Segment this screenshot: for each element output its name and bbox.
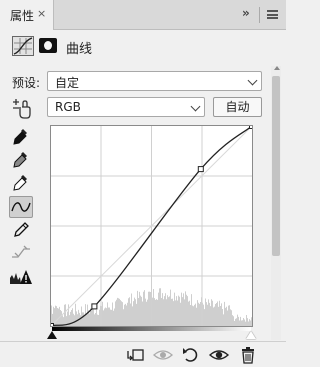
curves-adjustment-icon[interactable] bbox=[12, 36, 34, 56]
pencil-icon[interactable] bbox=[9, 219, 33, 241]
black-point-slider[interactable] bbox=[47, 331, 57, 339]
tab-properties-label: 属性 bbox=[10, 9, 35, 23]
curve-control-point[interactable] bbox=[249, 123, 255, 129]
tab-properties[interactable]: 属性 × bbox=[0, 0, 54, 30]
panel-title: 曲线 bbox=[66, 42, 93, 57]
channel-select[interactable]: RGB bbox=[47, 97, 205, 117]
white-point-slider[interactable] bbox=[246, 331, 256, 339]
panel-tab-bar: 属性 × » bbox=[0, 0, 286, 30]
eyedropper-gray-icon[interactable] bbox=[9, 150, 33, 172]
curve-control-point[interactable] bbox=[91, 303, 98, 310]
close-icon[interactable]: × bbox=[37, 7, 46, 20]
channel-value: RGB bbox=[55, 100, 81, 114]
target-adjust-hand-icon[interactable] bbox=[10, 98, 32, 120]
divider bbox=[259, 7, 260, 23]
curve-control-point[interactable] bbox=[197, 166, 204, 173]
view-previous-state-icon[interactable] bbox=[152, 345, 174, 365]
input-gradient-bar bbox=[52, 327, 251, 331]
curves-graph[interactable] bbox=[48, 123, 255, 329]
smooth-curve-icon[interactable] bbox=[9, 242, 33, 264]
preset-select[interactable]: 自定 bbox=[47, 71, 262, 91]
panel-menu-icon[interactable] bbox=[267, 10, 278, 19]
curves-canvas[interactable] bbox=[48, 123, 255, 329]
scrollbar[interactable] bbox=[271, 66, 281, 340]
preset-label: 预设: bbox=[12, 76, 41, 90]
panel-footer bbox=[0, 341, 286, 367]
clip-to-layer-icon[interactable] bbox=[124, 345, 146, 365]
toggle-visibility-icon[interactable] bbox=[208, 345, 230, 365]
collapse-panel-icon[interactable]: » bbox=[242, 6, 250, 20]
scrollbar-thumb[interactable] bbox=[272, 76, 280, 256]
chevron-down-icon bbox=[190, 101, 201, 112]
curve-control-point[interactable] bbox=[48, 323, 54, 329]
scroll-up-icon[interactable] bbox=[274, 66, 280, 70]
reset-icon[interactable] bbox=[180, 345, 202, 365]
preset-value: 自定 bbox=[55, 76, 80, 90]
curve-point-tool-icon[interactable] bbox=[9, 196, 33, 218]
eyedropper-white-icon[interactable] bbox=[9, 173, 33, 195]
eyedropper-black-icon[interactable] bbox=[9, 127, 33, 149]
chevron-down-icon bbox=[247, 75, 258, 86]
clipping-warning-icon[interactable] bbox=[9, 266, 33, 288]
layer-mask-icon[interactable] bbox=[39, 38, 57, 53]
delete-icon[interactable] bbox=[237, 345, 259, 365]
auto-button[interactable]: 自动 bbox=[213, 97, 262, 117]
